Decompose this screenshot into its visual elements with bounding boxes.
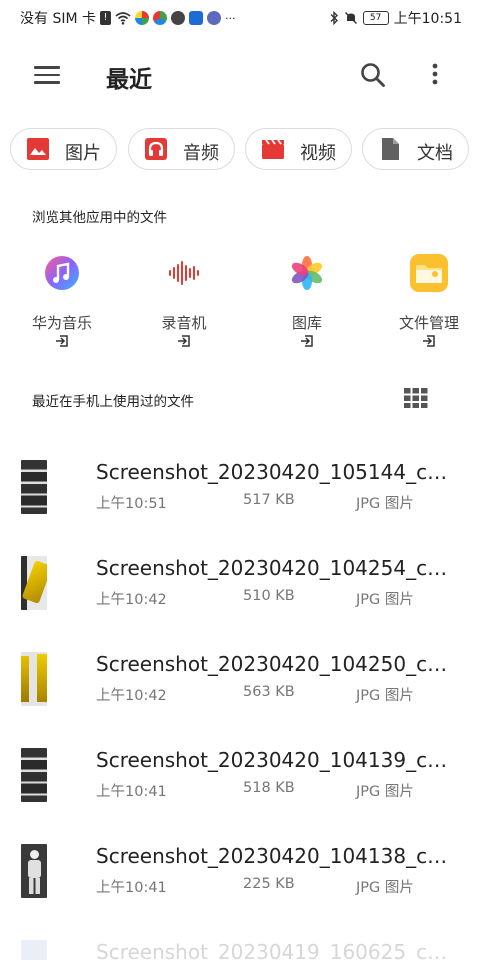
app-notification-icon xyxy=(135,11,149,25)
file-type: JPG 图片 xyxy=(356,784,414,800)
app-label: 文件管理 xyxy=(398,314,459,332)
file-name: Screenshot_20230420_105144_co... xyxy=(96,460,452,484)
menu-icon-bar xyxy=(34,81,60,84)
file-thumbnail xyxy=(21,556,47,610)
thumb-object xyxy=(21,656,29,702)
file-manager-app-icon xyxy=(410,254,448,292)
file-row[interactable]: Screenshot_20230420_104254_co... 上午10:42… xyxy=(0,556,480,632)
clapperboard-icon xyxy=(262,139,284,159)
open-external-icon xyxy=(56,335,68,347)
open-external-icon xyxy=(301,335,313,347)
menu-icon xyxy=(34,66,60,69)
file-name: Screenshot_20230420_104250_co... xyxy=(96,652,452,676)
gallery-app-icon xyxy=(291,256,323,290)
more-notifications-icon: ··· xyxy=(225,11,236,25)
file-size: 517 KB xyxy=(243,492,295,508)
thumb-robot-head xyxy=(30,850,39,859)
music-app-icon xyxy=(45,256,79,290)
chip-label: 音频 xyxy=(183,143,219,164)
file-time: 上午10:42 xyxy=(96,688,167,704)
file-size: 518 KB xyxy=(243,780,295,796)
open-external-icon xyxy=(178,335,190,347)
file-time: 上午10:51 xyxy=(96,496,167,512)
app-notification-icon xyxy=(189,11,203,25)
app-bar: 最近 xyxy=(0,46,480,106)
file-row[interactable]: Screenshot_20230420_105144_co... 上午10:51… xyxy=(0,460,480,536)
bluetooth-icon xyxy=(330,11,338,25)
recorder-app-icon xyxy=(169,261,199,285)
file-name: Screenshot_20230420_104139_co... xyxy=(96,748,452,772)
file-thumbnail xyxy=(21,652,47,706)
chip-label: 文档 xyxy=(417,143,453,164)
page-title: 最近 xyxy=(106,67,152,93)
chip-label: 图片 xyxy=(65,143,101,164)
file-name: Screenshot_20230419_160625_co... xyxy=(96,940,452,960)
music-notification-icon xyxy=(207,11,221,25)
app-label: 录音机 xyxy=(161,314,207,332)
wifi-icon xyxy=(115,12,131,25)
image-icon xyxy=(27,138,49,160)
file-row[interactable]: Screenshot_20230420_104139_co... 上午10:41… xyxy=(0,748,480,824)
file-thumbnail xyxy=(21,460,47,514)
app-gallery[interactable]: 图库 xyxy=(252,248,362,358)
file-time: 上午10:41 xyxy=(96,784,167,800)
file-size: 225 KB xyxy=(243,876,295,892)
file-size: 563 KB xyxy=(243,684,295,700)
chip-images[interactable]: 图片 xyxy=(10,128,117,170)
app-recorder[interactable]: 录音机 xyxy=(129,248,239,358)
file-type: JPG 图片 xyxy=(356,880,414,896)
thumb-robot-body xyxy=(28,860,41,878)
app-notification-icon xyxy=(153,11,167,25)
file-row[interactable]: Screenshot_20230419_160625_co... xyxy=(0,940,480,960)
file-size: 510 KB xyxy=(243,588,295,604)
file-time: 上午10:42 xyxy=(96,592,167,608)
app-label: 华为音乐 xyxy=(31,314,92,332)
grid-view-icon xyxy=(404,388,428,408)
menu-icon-bar xyxy=(34,73,60,77)
headphones-icon xyxy=(145,138,167,160)
thumb-object xyxy=(37,654,47,702)
app-huawei-music[interactable]: 华为音乐 xyxy=(7,248,117,358)
app-file-manager[interactable]: 文件管理 xyxy=(374,248,480,358)
grid-view-button[interactable] xyxy=(404,388,428,408)
file-name: Screenshot_20230420_104254_co... xyxy=(96,556,452,580)
sim-alert-icon: ! xyxy=(100,11,111,25)
file-row[interactable]: Screenshot_20230420_104250_co... 上午10:42… xyxy=(0,652,480,728)
battery-icon: 57 xyxy=(362,11,389,25)
document-icon xyxy=(382,138,399,160)
file-row[interactable]: Screenshot_20230420_104138_co... 上午10:41… xyxy=(0,844,480,920)
status-right: 57 上午10:51 xyxy=(329,8,462,28)
file-type: JPG 图片 xyxy=(356,688,414,704)
carrier-label: 没有 SIM 卡 xyxy=(20,11,96,27)
open-external-icon xyxy=(423,335,435,347)
app-notification-icon xyxy=(171,11,185,25)
thumb-robot-legs xyxy=(29,878,40,894)
mute-bell-icon xyxy=(344,12,357,24)
file-name: Screenshot_20230420_104138_co... xyxy=(96,844,452,868)
browse-section-title: 浏览其他应用中的文件 xyxy=(32,210,167,226)
file-thumbnail xyxy=(21,940,47,960)
search-button[interactable] xyxy=(358,60,388,90)
search-icon xyxy=(361,63,385,87)
battery-level: 57 xyxy=(369,12,382,23)
chip-label: 视频 xyxy=(300,143,336,164)
file-thumbnail xyxy=(21,844,47,898)
app-label: 图库 xyxy=(291,314,322,332)
chip-video[interactable]: 视频 xyxy=(245,128,352,170)
file-time: 上午10:41 xyxy=(96,880,167,896)
chip-audio[interactable]: 音频 xyxy=(128,128,235,170)
recent-section-title: 最近在手机上使用过的文件 xyxy=(32,394,194,410)
more-vert-icon xyxy=(432,63,438,85)
status-bar: 没有 SIM 卡 ! ··· 57 上午10:51 xyxy=(0,0,480,34)
status-left: 没有 SIM 卡 ! ··· xyxy=(20,8,236,28)
more-options-button[interactable] xyxy=(420,60,450,90)
clock: 上午10:51 xyxy=(393,11,462,27)
file-type: JPG 图片 xyxy=(356,592,414,608)
file-type: JPG 图片 xyxy=(356,496,414,512)
category-chips: 图片 音频 视频 文档 xyxy=(10,128,480,170)
file-thumbnail xyxy=(21,748,47,802)
chip-documents[interactable]: 文档 xyxy=(362,128,469,170)
menu-button[interactable] xyxy=(34,64,62,86)
